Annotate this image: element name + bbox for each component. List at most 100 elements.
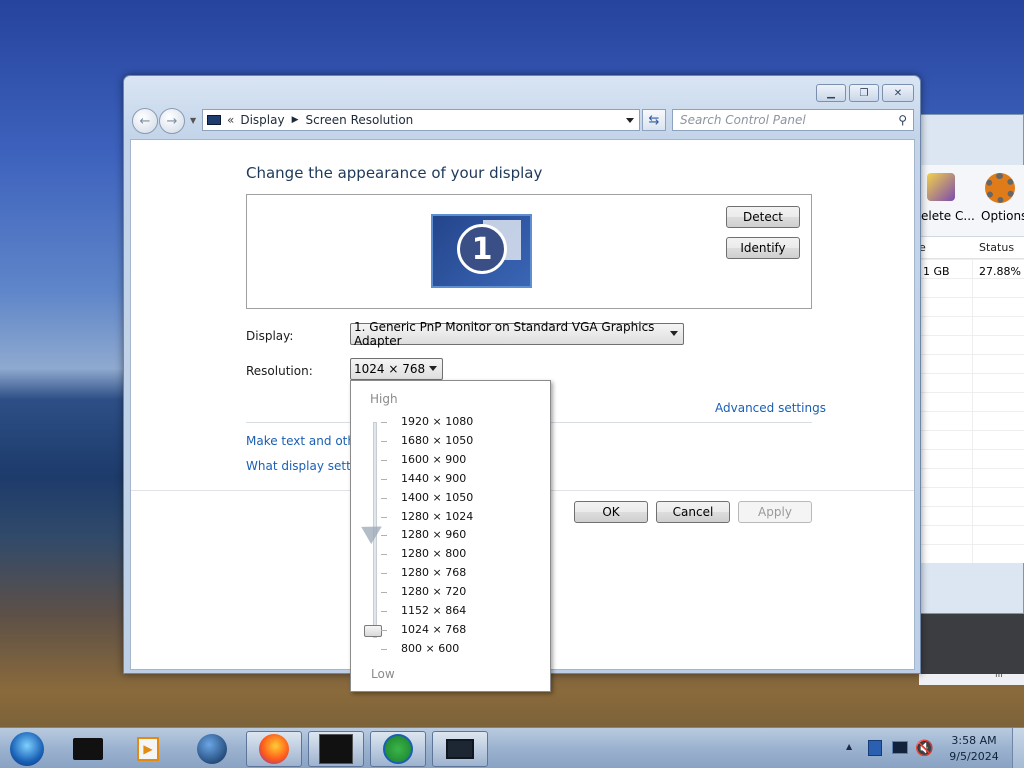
resolution-dropdown: High 1920 × 1080 1680 × 1050 1600 × 900 144… — [350, 380, 551, 692]
display-label: Display: — [246, 329, 294, 343]
tray-app-icon[interactable] — [868, 740, 882, 756]
list-cell-status: 27.88% — [979, 265, 1021, 278]
resolution-select-value: 1024 × 768 — [354, 362, 426, 376]
clock-date: 9/5/2024 — [949, 750, 999, 763]
download-manager-icon — [383, 734, 413, 764]
slider-tick — [381, 573, 387, 575]
resolution-option[interactable]: 1920 × 1080 — [401, 415, 473, 428]
minimize-button[interactable]: ▁ — [816, 84, 846, 102]
slider-tick — [381, 440, 387, 442]
resolution-option[interactable]: 1440 × 900 — [401, 472, 466, 485]
slider-tick — [381, 422, 387, 423]
toolbar-options-label[interactable]: Options — [981, 209, 1024, 223]
column-header-status[interactable]: Status — [979, 241, 1014, 254]
slider-tick — [381, 535, 387, 537]
resolution-option[interactable]: 1280 × 768 — [401, 566, 466, 579]
black-box-icon — [73, 738, 103, 760]
resolution-option[interactable]: 1400 × 1050 — [401, 491, 473, 504]
resolution-option[interactable]: 1152 × 864 — [401, 604, 466, 617]
taskbar-firefox[interactable] — [246, 731, 302, 767]
display-app-icon — [446, 739, 474, 759]
resolution-option[interactable]: 1680 × 1050 — [401, 434, 473, 447]
resolution-option[interactable]: 1280 × 720 — [401, 585, 466, 598]
ok-button[interactable]: OK — [574, 501, 648, 523]
clock-time: 3:58 AM — [951, 734, 997, 747]
slider-tick — [381, 497, 387, 499]
navigation-buttons: ← → — [132, 107, 188, 135]
resolution-label: Resolution: — [246, 364, 313, 378]
task-manager-icon — [319, 734, 353, 764]
background-toolbar: elete C... Options — [919, 165, 1024, 237]
gear-icon[interactable] — [985, 173, 1015, 203]
background-list: e Status 1 GB 27.88% III — [919, 237, 1024, 685]
media-player-icon: ▶ — [137, 737, 159, 761]
delete-icon[interactable] — [927, 173, 955, 201]
taskbar-app-5[interactable] — [308, 731, 364, 767]
background-dark-panel — [918, 614, 1024, 674]
history-chevron-icon[interactable]: ▼ — [190, 116, 196, 125]
slider-tick — [381, 478, 387, 480]
detect-button[interactable]: Detect — [726, 206, 800, 228]
list-cell: 1 GB — [923, 265, 950, 278]
breadcrumb-overflow-icon[interactable]: « — [227, 113, 234, 127]
taskbar-app-6[interactable] — [370, 731, 426, 767]
show-desktop-button[interactable] — [1012, 728, 1024, 768]
network-icon[interactable] — [892, 741, 908, 754]
advanced-settings-link[interactable]: Advanced settings — [715, 401, 826, 415]
chevron-down-icon — [670, 331, 678, 336]
resolution-option[interactable]: 1280 × 960 — [401, 528, 466, 541]
resolution-option[interactable]: 1280 × 800 — [401, 547, 466, 560]
toolbar-delete-label[interactable]: elete C... — [921, 209, 975, 223]
address-bar[interactable]: « Display ▶ Screen Resolution — [202, 109, 640, 131]
display-icon — [207, 115, 221, 125]
refresh-button[interactable]: ⇆ — [642, 109, 666, 131]
list-grid — [919, 259, 1024, 563]
clock[interactable]: 3:58 AM 9/5/2024 — [944, 733, 1004, 765]
resolution-select[interactable]: 1024 × 768 — [350, 358, 443, 380]
resolution-option[interactable]: 1024 × 768 — [401, 623, 466, 636]
display-select-value: 1. Generic PnP Monitor on Standard VGA G… — [354, 320, 655, 348]
apply-button[interactable]: Apply — [738, 501, 812, 523]
display-select[interactable]: 1. Generic PnP Monitor on Standard VGA G… — [350, 320, 684, 348]
resolution-option[interactable]: 800 × 600 — [401, 642, 459, 655]
cancel-button[interactable]: Cancel — [656, 501, 730, 523]
chevron-down-icon — [429, 366, 437, 371]
slider-tick — [381, 459, 387, 461]
slider-tick — [381, 554, 387, 556]
start-button[interactable] — [2, 731, 52, 767]
taskbar: ▶ ▲ 🔇 3:58 AM 9/5/2024 — [0, 727, 1024, 768]
volume-icon[interactable]: 🔇 — [915, 739, 934, 757]
maximize-button[interactable]: ❐ — [849, 84, 879, 102]
page-title: Change the appearance of your display — [246, 164, 543, 182]
low-label: Low — [371, 667, 395, 681]
taskbar-app-7[interactable] — [432, 731, 488, 767]
back-button[interactable]: ← — [132, 108, 158, 134]
slider-tick — [381, 592, 387, 594]
address-dropdown-icon[interactable] — [626, 118, 634, 123]
resolution-option[interactable]: 1280 × 1024 — [401, 510, 473, 523]
breadcrumb-arrow-icon[interactable]: ▶ — [292, 115, 299, 125]
breadcrumb-display[interactable]: Display — [240, 113, 284, 127]
slider-tick — [381, 629, 387, 631]
high-label: High — [370, 392, 398, 406]
monitor-1-icon[interactable]: 1 — [431, 214, 532, 288]
resolution-option[interactable]: 1600 × 900 — [401, 453, 466, 466]
forward-button[interactable]: → — [159, 108, 185, 134]
globe-icon — [197, 734, 227, 764]
identify-button[interactable]: Identify — [726, 237, 800, 259]
taskbar-app-2[interactable]: ▶ — [120, 731, 176, 767]
slider-tick — [381, 611, 387, 612]
monitor-preview-area: 1 Detect Identify — [246, 194, 812, 309]
search-icon[interactable]: ⚲ — [898, 113, 907, 127]
windows-logo-icon — [10, 732, 44, 766]
resolution-slider-thumb[interactable] — [364, 625, 382, 637]
refresh-icon: ⇆ — [648, 112, 660, 128]
breadcrumb-screen-resolution[interactable]: Screen Resolution — [306, 113, 414, 127]
tray-expand-icon[interactable]: ▲ — [846, 742, 852, 751]
search-input[interactable]: Search Control Panel ⚲ — [672, 109, 914, 131]
search-placeholder: Search Control Panel — [680, 113, 806, 127]
taskbar-app-1[interactable] — [60, 731, 116, 767]
close-button[interactable]: ✕ — [882, 84, 914, 102]
list-header: e Status — [919, 237, 1024, 259]
taskbar-app-3[interactable] — [184, 731, 240, 767]
